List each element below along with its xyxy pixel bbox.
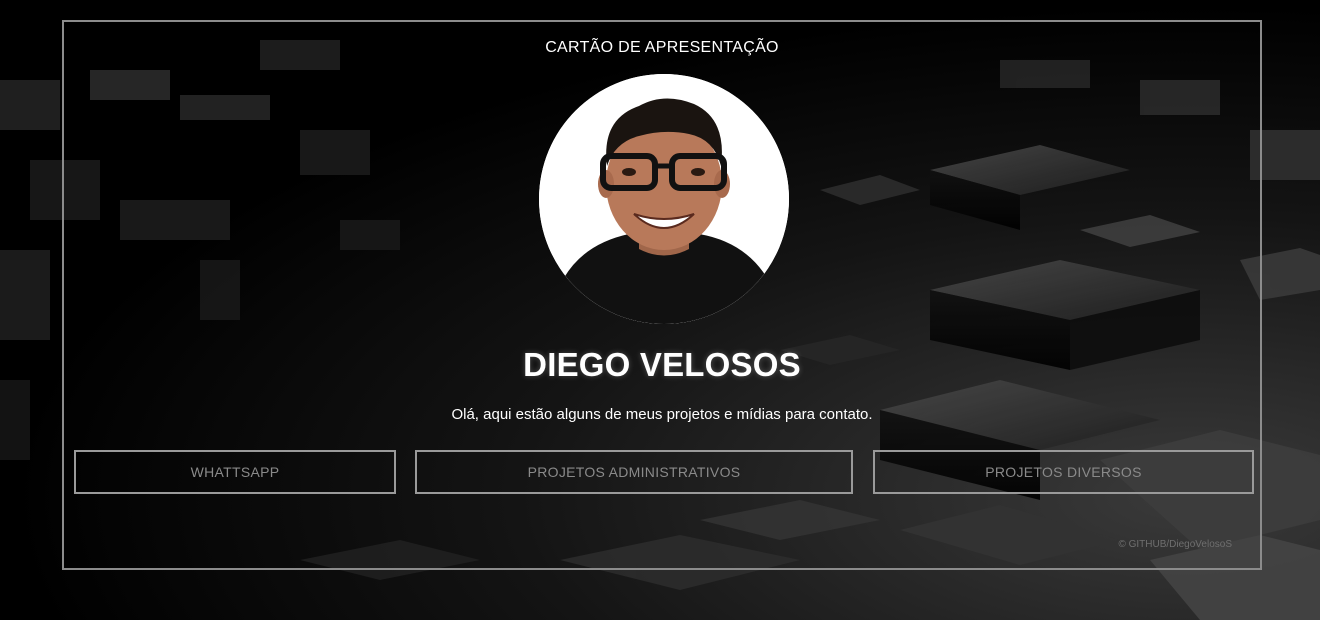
person-name: DIEGO VELOSOS — [523, 346, 801, 383]
profile-photo — [539, 74, 789, 324]
card-title: CARTÃO DE APRESENTAÇÃO — [545, 39, 779, 56]
intro-text: Olá, aqui estão alguns de meus projetos … — [451, 406, 873, 423]
footer-copyright: © GITHUB/DiegoVelosoS — [1118, 539, 1232, 550]
admin-projects-button[interactable]: PROJETOS ADMINISTRATIVOS — [415, 450, 853, 494]
whatsapp-button[interactable]: WHATTSAPP — [74, 450, 396, 494]
business-card: CARTÃO DE APRESENTAÇÃO DIEGO VELOSOS Olá… — [62, 20, 1262, 570]
misc-projects-button[interactable]: PROJETOS DIVERSOS — [873, 450, 1254, 494]
avatar — [539, 74, 789, 324]
